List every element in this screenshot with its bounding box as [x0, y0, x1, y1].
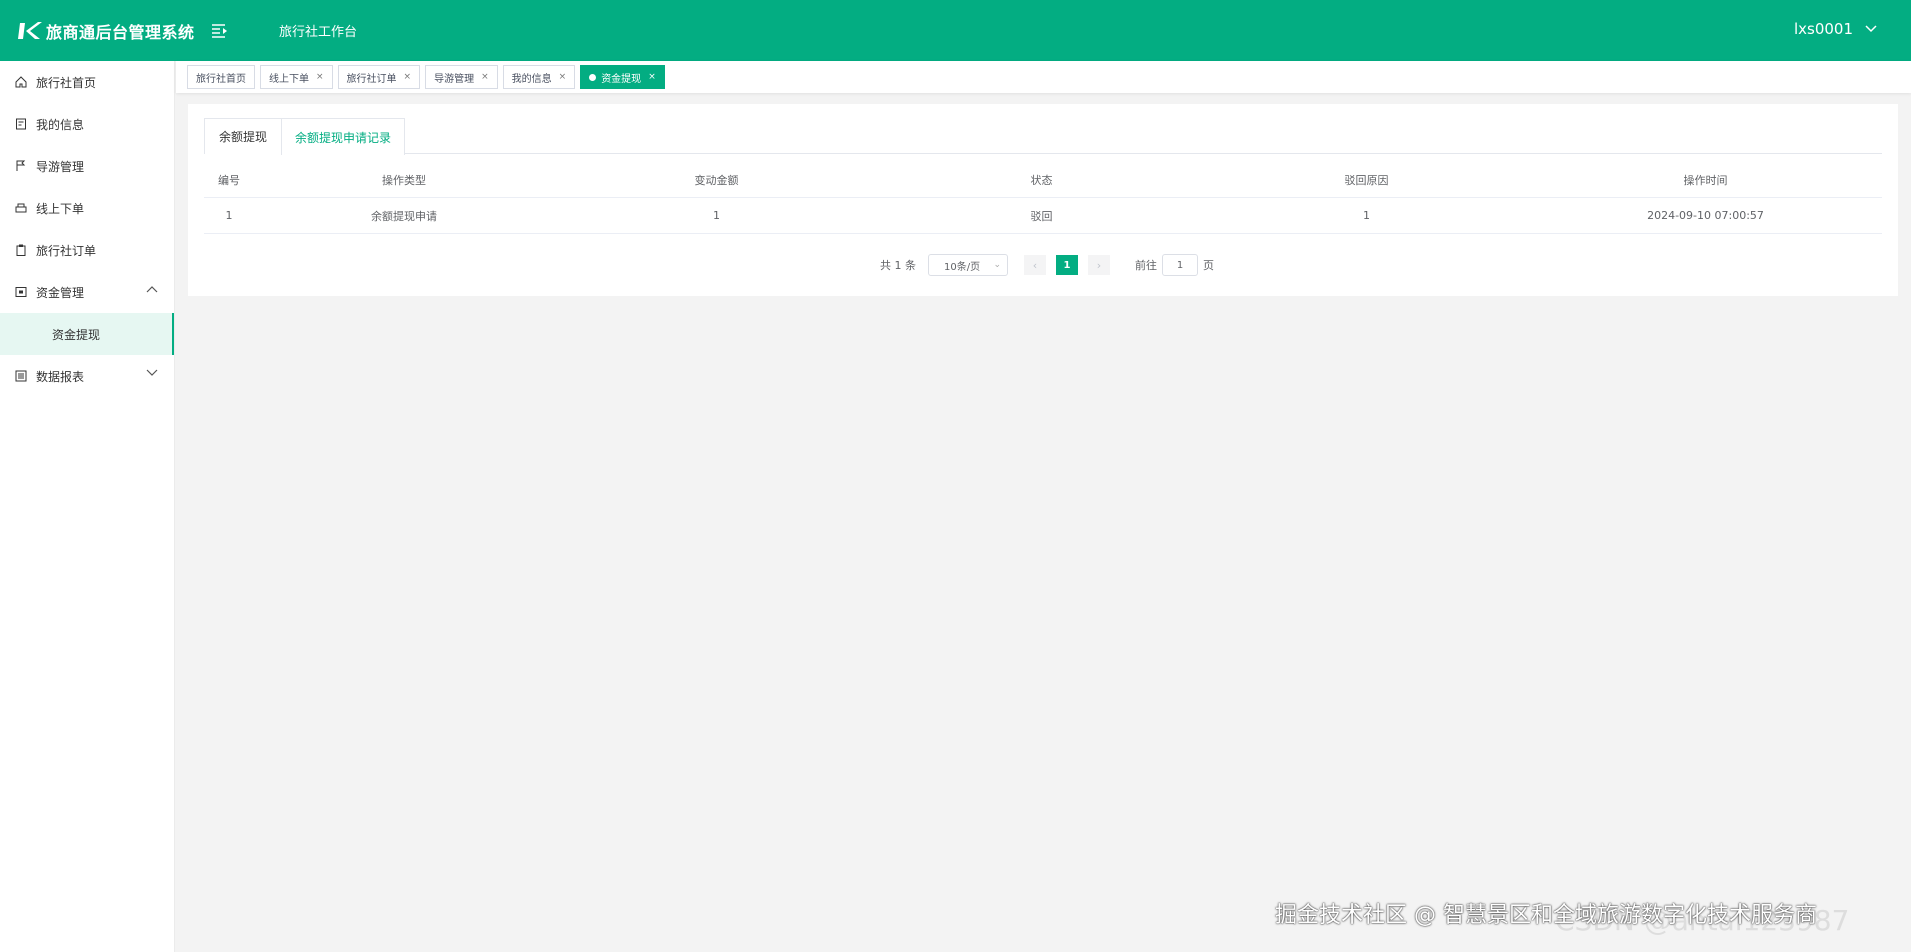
tag-agency-orders[interactable]: 旅行社订单 ×	[337, 65, 421, 89]
tag-label: 旅行社首页	[196, 73, 246, 85]
active-dot-icon	[589, 73, 597, 81]
sidebar-item-label: 线上下单	[36, 201, 85, 216]
sidebar-item-label: 我的信息	[36, 117, 85, 132]
home-icon	[14, 75, 28, 89]
tabs: 余额提现 余额提现申请记录	[204, 118, 1882, 155]
sidebar-item-home[interactable]: 旅行社首页	[0, 61, 174, 103]
tag-withdraw[interactable]: 资金提现 ×	[580, 65, 665, 89]
sidebar-item-label: 导游管理	[36, 159, 85, 174]
sidebar-subitem-label: 资金提现	[52, 327, 101, 342]
table-cell: 2024-09-10 07:00:57	[1647, 209, 1764, 222]
records-table: 编号 操作类型 变动金额 状态 驳回原因 操作时间 1 余额提现申请 1 驳回 …	[204, 162, 1882, 234]
table-cell: 1	[713, 209, 720, 222]
cart-icon	[14, 201, 28, 215]
column-header: 操作类型	[382, 173, 426, 187]
chevron-down-icon	[1865, 25, 1877, 33]
goto-label: 前往	[1135, 259, 1157, 272]
table-cell: 余额提现申请	[371, 209, 437, 223]
wallet-icon	[14, 285, 28, 299]
sidebar-item-label: 资金管理	[36, 285, 85, 300]
tag-label: 我的信息	[511, 73, 552, 85]
tags-view-bar: 旅行社首页 线上下单 × 旅行社订单 × 导游管理 × 我的信息 × 资金提现 ×	[176, 61, 1911, 93]
sidebar-item-guides[interactable]: 导游管理	[0, 145, 174, 187]
column-header: 驳回原因	[1344, 173, 1389, 187]
table-cell: 1	[1363, 209, 1370, 222]
chevron-up-icon	[146, 286, 158, 293]
tag-online-order[interactable]: 线上下单 ×	[260, 65, 333, 89]
sidebar-item-label: 旅行社订单	[36, 243, 97, 258]
sidebar-item-funds[interactable]: 资金管理	[0, 271, 174, 313]
goto-page-input[interactable]	[1162, 254, 1198, 276]
system-title: 旅商通后台管理系统	[46, 22, 195, 42]
column-header: 变动金额	[694, 173, 739, 187]
sidebar-item-online-order[interactable]: 线上下单	[0, 187, 174, 229]
page-number-button[interactable]: 1	[1056, 255, 1078, 275]
tag-label: 导游管理	[434, 73, 475, 85]
report-icon	[14, 369, 28, 383]
column-header: 状态	[1030, 173, 1053, 187]
username: lxs0001	[1793, 20, 1853, 38]
top-header: 旅商通后台管理系统 旅行社工作台 lxs0001	[0, 0, 1911, 61]
table-cell: 驳回	[1030, 209, 1053, 223]
tag-profile[interactable]: 我的信息 ×	[502, 65, 576, 89]
sidebar-item-reports[interactable]: 数据报表	[0, 355, 174, 397]
table-cell: 1	[225, 209, 233, 222]
logo: 旅商通后台管理系统	[0, 19, 205, 43]
next-page-button[interactable]: ›	[1088, 255, 1110, 275]
total-count: 共 1 条	[880, 259, 916, 272]
close-icon[interactable]: ×	[481, 72, 489, 82]
close-icon[interactable]: ×	[559, 72, 567, 82]
page-size-select[interactable]: 10条/页 ⌄	[928, 254, 1008, 276]
tag-guides[interactable]: 导游管理 ×	[425, 65, 498, 89]
tag-label: 线上下单	[269, 73, 309, 85]
tag-label: 旅行社订单	[346, 73, 397, 85]
pagination: 共 1 条 10条/页 ⌄ ‹ 1 › 前往 页	[880, 254, 1214, 276]
watermark: 掘金技术社区 @ 智慧景区和全域旅游数字化技术服务商	[1275, 903, 1817, 928]
tag-label: 资金提现	[601, 73, 642, 85]
chevron-down-icon: ⌄	[993, 260, 1001, 270]
chevron-down-icon	[146, 369, 158, 376]
column-header: 操作时间	[1683, 173, 1728, 187]
tab-label: 余额提现申请记录	[294, 130, 391, 145]
table-row[interactable]: 1 余额提现申请 1 驳回 1 2024-09-10 07:00:57	[204, 198, 1882, 234]
page-unit-label: 页	[1203, 259, 1214, 272]
flag-icon	[14, 159, 28, 173]
sidebar-item-label: 旅行社首页	[36, 75, 97, 90]
tab-label: 余额提现	[218, 130, 267, 144]
close-icon[interactable]: ×	[648, 72, 656, 82]
sidebar-item-profile[interactable]: 我的信息	[0, 103, 174, 145]
collapse-menu-icon[interactable]	[211, 21, 233, 41]
workbench-title: 旅行社工作台	[279, 25, 358, 40]
page-size-value: 10条/页	[944, 261, 981, 273]
close-icon[interactable]: ×	[316, 72, 324, 82]
clipboard-icon	[14, 243, 28, 257]
close-icon[interactable]: ×	[404, 72, 412, 82]
table-header: 编号 操作类型 变动金额 状态 驳回原因 操作时间	[204, 162, 1882, 198]
sidebar-item-agency-orders[interactable]: 旅行社订单	[0, 229, 174, 271]
sidebar-subitem-withdraw[interactable]: 资金提现	[0, 313, 174, 355]
tab-withdraw[interactable]: 余额提现	[204, 118, 282, 154]
tab-withdraw-records[interactable]: 余额提现申请记录	[281, 118, 405, 155]
content-card: 余额提现 余额提现申请记录 编号 操作类型 变动金额 状态 驳回原因 操作时间 …	[188, 104, 1898, 296]
user-menu[interactable]: lxs0001	[1794, 20, 1877, 38]
column-header: 编号	[218, 173, 240, 187]
prev-page-button[interactable]: ‹	[1024, 255, 1046, 275]
sidebar-item-label: 数据报表	[36, 369, 85, 384]
profile-icon	[14, 117, 28, 131]
sidebar: 旅行社首页 我的信息 导游管理 线上下单 旅行社订单 资金管理 资金提现 数据报…	[0, 61, 175, 952]
tag-agency-home[interactable]: 旅行社首页	[187, 65, 255, 89]
logo-icon	[18, 21, 42, 39]
